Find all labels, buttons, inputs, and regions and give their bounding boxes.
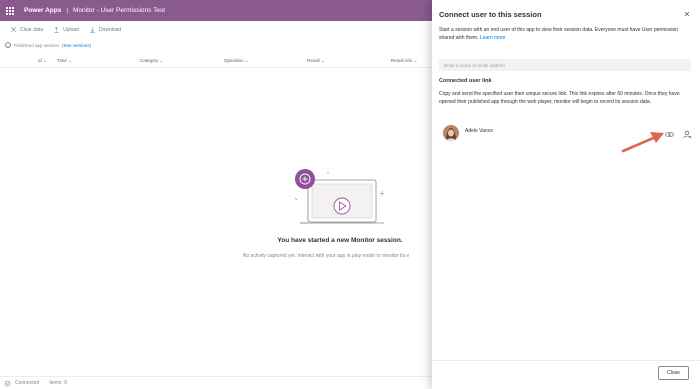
column-header-id[interactable]: Id ⌄ xyxy=(38,58,47,64)
info-icon: i xyxy=(5,42,11,48)
upload-label: Upload xyxy=(63,26,79,33)
user-search-input[interactable] xyxy=(439,59,691,71)
panel-description: Start a session with an end user of this… xyxy=(439,27,691,42)
avatar xyxy=(443,125,459,141)
connect-user-panel: Connect user to this session ✕ Start a s… xyxy=(432,0,700,389)
clear-data-label: Clear data xyxy=(20,26,44,33)
app-launcher-icon[interactable] xyxy=(0,0,20,21)
panel-title: Connect user to this session xyxy=(439,10,542,19)
connected-icon xyxy=(4,380,11,386)
close-icon[interactable]: ✕ xyxy=(682,9,692,19)
see-versions-link[interactable]: (See versions) xyxy=(62,43,91,48)
document-title: Monitor - User Permissions Test xyxy=(73,7,166,14)
session-info-text: Published app session xyxy=(14,42,60,48)
column-header-result[interactable]: Result ⌄ xyxy=(307,58,325,64)
annotation-arrow xyxy=(621,132,664,153)
learn-more-link[interactable]: Learn more xyxy=(480,35,506,41)
close-icon xyxy=(11,27,16,32)
column-header-category[interactable]: Category ⌄ xyxy=(140,58,163,64)
person-add-icon xyxy=(683,130,691,138)
download-button[interactable]: Download xyxy=(89,26,121,33)
table-header: Id ⌄ Time ⌄ Category ⌄ Operation ⌄ Resul… xyxy=(0,54,432,68)
close-button[interactable]: Close xyxy=(658,366,689,380)
items-count: Items: 0 xyxy=(49,380,67,386)
download-icon xyxy=(90,27,95,33)
app-name[interactable]: Power Apps xyxy=(24,7,61,14)
panel-description-text: Start a session with an end user of this… xyxy=(439,27,679,41)
column-header-time[interactable]: Time ⌄ xyxy=(57,58,72,64)
clear-data-button[interactable]: Clear data xyxy=(10,26,43,33)
column-header-operation[interactable]: Operation ⌄ xyxy=(224,58,249,64)
column-header-result-info[interactable]: Result info ⌄ xyxy=(391,58,417,64)
connected-user-link-description: Copy and send the specified user their u… xyxy=(439,91,680,105)
user-name: Adele Vance xyxy=(465,128,493,134)
user-options-button[interactable] xyxy=(682,129,692,139)
upload-button[interactable]: Upload xyxy=(53,26,79,33)
status-bar: Connected Items: 0 xyxy=(0,376,432,389)
empty-state-title: You have started a new Monitor session. xyxy=(277,237,403,244)
upload-icon xyxy=(54,27,59,33)
monitor-illustration xyxy=(294,169,385,224)
command-bar: Clear data Upload Download xyxy=(0,21,432,38)
connected-user-link-heading: Connected user link xyxy=(439,78,492,84)
title-separator: | xyxy=(66,7,69,14)
connection-status: Connected xyxy=(15,380,40,386)
session-info-bar: i Published app session (See versions) xyxy=(0,38,432,52)
empty-state-subtitle: No activity captured yet. Interact with … xyxy=(242,253,410,259)
panel-footer-divider xyxy=(432,360,700,361)
download-label: Download xyxy=(98,26,122,33)
